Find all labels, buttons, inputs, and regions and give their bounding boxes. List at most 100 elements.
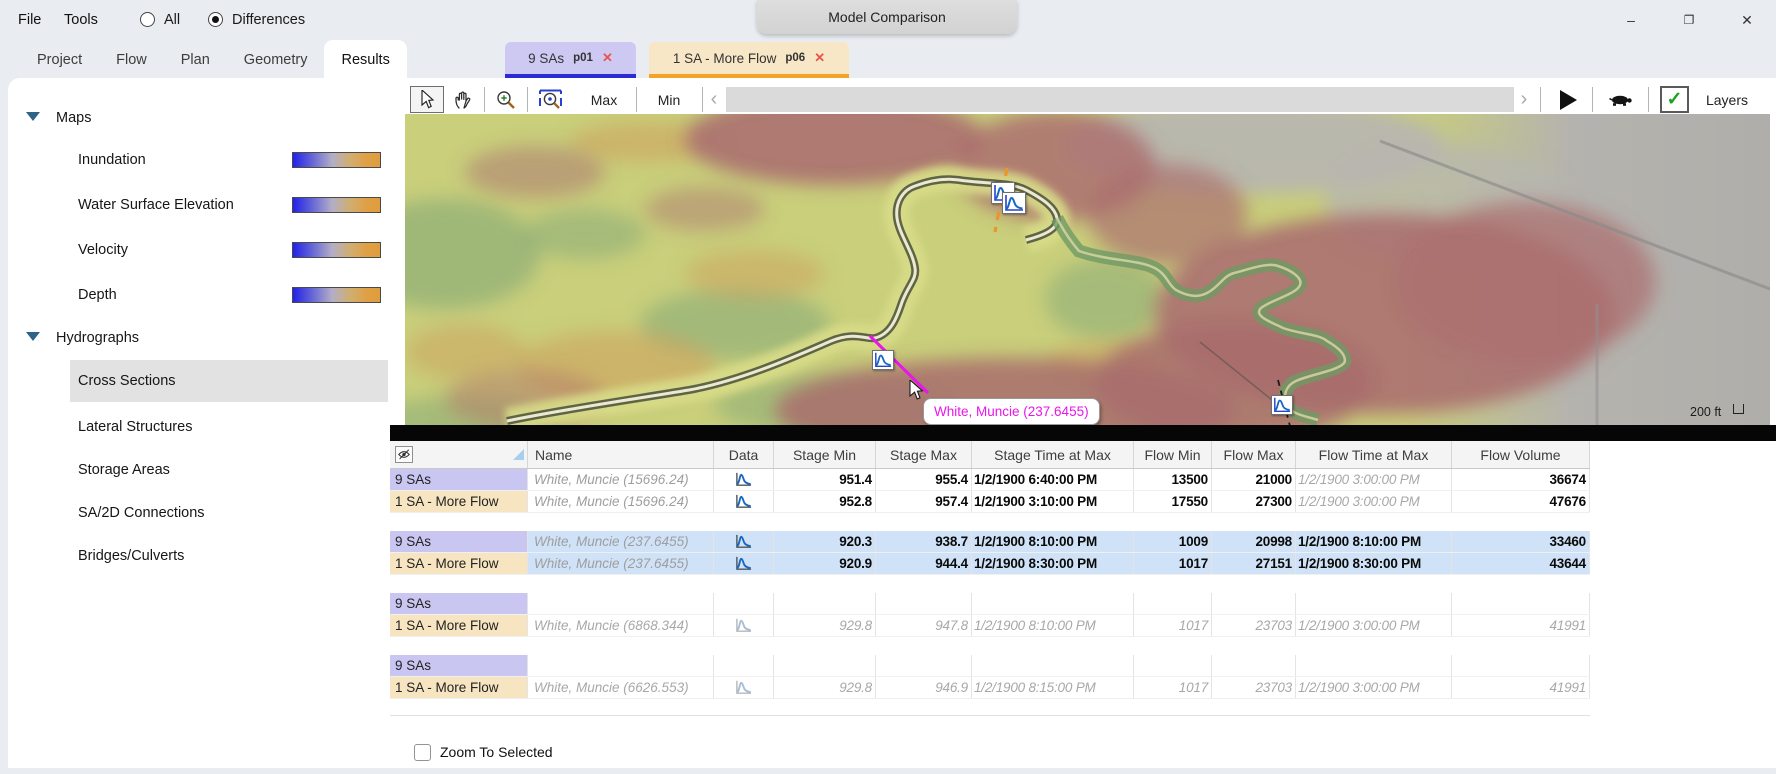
sidebar-item-lateral-structures[interactable]: Lateral Structures	[78, 419, 192, 435]
col-header-flow-time-at-max[interactable]: Flow Time at Max	[1296, 441, 1452, 468]
flow_volume-cell: 36674	[1452, 469, 1590, 490]
radio-differences[interactable]	[208, 12, 223, 27]
pan-hand-icon	[454, 90, 472, 110]
icon-cell[interactable]	[714, 593, 774, 614]
icon-cell[interactable]	[714, 469, 774, 490]
stage_time-cell: 1/2/1900 3:10:00 PM	[972, 491, 1134, 512]
collapse-triangle-icon[interactable]	[26, 332, 40, 341]
icon-cell[interactable]	[714, 491, 774, 512]
col-header-data[interactable]: Data	[714, 441, 774, 468]
plan-tab-9sas[interactable]: 9 SAs p01 ✕	[505, 42, 636, 78]
layers-checkbox[interactable]: ✓	[1660, 86, 1689, 113]
table-row[interactable]: 9 SAs	[390, 593, 1590, 615]
sidebar-item-cross-sections[interactable]: Cross Sections	[78, 373, 176, 389]
plan-label-cell: 1 SA - More Flow	[390, 491, 528, 512]
radio-all[interactable]	[140, 12, 155, 27]
terrain-hillshade-layer	[405, 114, 1770, 425]
hydrograph-marker[interactable]	[1271, 395, 1293, 415]
flow_volume-cell	[1452, 593, 1590, 614]
sidebar-group-hydrographs[interactable]: Hydrographs	[56, 330, 139, 346]
terrain-map-viewport[interactable]: White, Muncie (237.6455) 200 ft	[405, 114, 1770, 425]
stage_min-cell	[774, 593, 876, 614]
timeline-prev-button[interactable]: ‹	[704, 86, 724, 113]
icon-cell[interactable]	[714, 531, 774, 552]
flow_max-cell	[1212, 593, 1296, 614]
col-header-flow-min[interactable]: Flow Min	[1134, 441, 1212, 468]
stage_min-cell: 929.8	[774, 677, 876, 698]
maximize-button[interactable]: ❐	[1666, 0, 1712, 40]
radio-differences-label[interactable]: Differences	[232, 0, 305, 40]
visibility-eye-icon[interactable]	[395, 446, 413, 463]
flow_max-cell: 23703	[1212, 677, 1296, 698]
icon-cell[interactable]	[714, 553, 774, 574]
menu-tools[interactable]: Tools	[58, 0, 104, 40]
close-icon[interactable]: ✕	[602, 50, 613, 66]
zoom-window-tool-button[interactable]	[531, 86, 571, 113]
sidebar-item-inundation[interactable]: Inundation	[78, 152, 146, 168]
map-table-splitter[interactable]	[390, 425, 1776, 441]
close-button[interactable]: ✕	[1724, 0, 1770, 40]
animation-speed-button[interactable]	[1600, 86, 1644, 113]
tab-results[interactable]: Results	[324, 40, 406, 78]
tab-geometry[interactable]: Geometry	[227, 40, 325, 78]
pointer-tool-button[interactable]	[410, 86, 444, 113]
col-header-stage-min[interactable]: Stage Min	[774, 441, 876, 468]
table-row[interactable]: 9 SAsWhite, Muncie (15696.24) 951.4955.4…	[390, 469, 1590, 491]
zoom-to-selected-label[interactable]: Zoom To Selected	[440, 744, 553, 761]
min-button[interactable]: Min	[638, 86, 700, 113]
tab-project[interactable]: Project	[20, 40, 99, 78]
timeline-next-button[interactable]: ›	[1514, 86, 1534, 113]
sidebar-item-depth[interactable]: Depth	[78, 287, 117, 303]
collapse-triangle-icon[interactable]	[26, 112, 40, 121]
zoom-in-tool-button[interactable]	[488, 86, 524, 113]
plan-column-header[interactable]	[390, 441, 528, 468]
plan-tab-1sa-more-flow[interactable]: 1 SA - More Flow p06 ✕	[649, 42, 849, 78]
sidebar-item-storage-areas[interactable]: Storage Areas	[78, 462, 170, 478]
sidebar-item-velocity[interactable]: Velocity	[78, 242, 128, 258]
table-row[interactable]: 1 SA - More FlowWhite, Muncie (15696.24)…	[390, 491, 1590, 513]
icon-cell[interactable]	[714, 615, 774, 636]
max-button[interactable]: Max	[573, 86, 635, 113]
icon-cell[interactable]	[714, 655, 774, 676]
col-header-flow-volume[interactable]: Flow Volume	[1452, 441, 1590, 468]
flow_min-cell: 1009	[1134, 531, 1212, 552]
plan-label-cell: 9 SAs	[390, 469, 528, 490]
sidebar-item-bridges-culverts[interactable]: Bridges/Culverts	[78, 548, 184, 564]
tab-plan[interactable]: Plan	[164, 40, 227, 78]
time-scrubber-bar[interactable]	[726, 87, 1514, 112]
menu-file[interactable]: File	[12, 0, 47, 40]
hydrograph-marker-selected[interactable]	[872, 350, 894, 370]
table-row[interactable]: 1 SA - More FlowWhite, Muncie (6868.344)…	[390, 615, 1590, 637]
icon-cell[interactable]	[714, 677, 774, 698]
zoom-to-selected-checkbox[interactable]	[414, 744, 431, 761]
radio-all-label[interactable]: All	[164, 0, 180, 40]
tab-flow[interactable]: Flow	[99, 40, 164, 78]
velocity-legend-gradient	[292, 242, 381, 258]
play-animation-button[interactable]	[1548, 86, 1588, 113]
play-icon	[1560, 90, 1577, 110]
flow_min-cell	[1134, 593, 1212, 614]
menu-bar: File Tools All Differences Model Compari…	[0, 0, 1776, 40]
plan-tab-label: 1 SA - More Flow	[673, 51, 777, 66]
sidebar-item-water-surface-elevation[interactable]: Water Surface Elevation	[78, 197, 234, 213]
hydrograph-marker[interactable]	[1002, 192, 1026, 214]
table-row[interactable]: 1 SA - More FlowWhite, Muncie (237.6455)…	[390, 553, 1590, 575]
plan-label-cell: 9 SAs	[390, 655, 528, 676]
sidebar-item-sa2d-connections[interactable]: SA/2D Connections	[78, 505, 205, 521]
hydrograph-icon	[734, 533, 753, 550]
sidebar-group-maps[interactable]: Maps	[56, 110, 91, 126]
col-header-stage-max[interactable]: Stage Max	[876, 441, 972, 468]
flow_min-cell: 1017	[1134, 553, 1212, 574]
name-cell: White, Muncie (6626.553)	[528, 677, 714, 698]
table-row[interactable]: 9 SAs	[390, 655, 1590, 677]
col-header-stage-time-at-max[interactable]: Stage Time at Max	[972, 441, 1134, 468]
layers-button[interactable]: Layers	[1696, 86, 1758, 113]
minimize-button[interactable]: –	[1608, 0, 1654, 40]
table-row[interactable]: 9 SAsWhite, Muncie (237.6455) 920.3938.7…	[390, 531, 1590, 553]
name-cell: White, Muncie (15696.24)	[528, 491, 714, 512]
pan-tool-button[interactable]	[446, 86, 480, 113]
table-row[interactable]: 1 SA - More FlowWhite, Muncie (6626.553)…	[390, 677, 1590, 699]
close-icon[interactable]: ✕	[814, 50, 825, 66]
col-header-flow-max[interactable]: Flow Max	[1212, 441, 1296, 468]
col-header-name[interactable]: Name	[528, 441, 714, 468]
